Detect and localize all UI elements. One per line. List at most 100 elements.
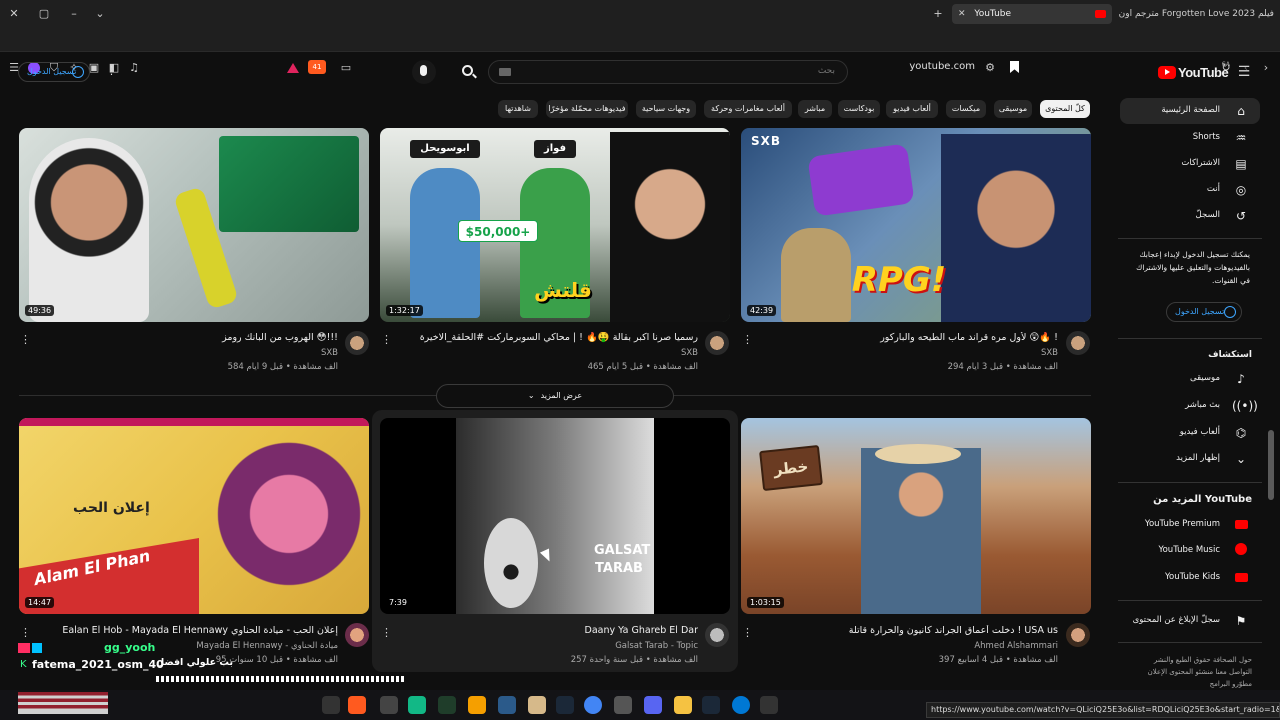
sidebar-item-yt-music[interactable]: YouTube Music — [1120, 538, 1260, 564]
video-title[interactable]: دخلت أعماق الجراند كانيون والحرارة قاتلة… — [760, 625, 1058, 636]
channel-avatar[interactable] — [1066, 331, 1090, 355]
video-menu-kebab-icon[interactable]: ⋮ — [742, 626, 753, 639]
video-channel[interactable]: SXB — [400, 348, 698, 358]
taskbar-edge-icon[interactable] — [732, 696, 750, 714]
video-channel[interactable]: SXB — [760, 348, 1058, 358]
footer-line[interactable]: التواصل معنا منشئو المحتوى الإعلان — [1120, 666, 1252, 678]
video-thumbnail[interactable]: SXB RPG! 42:39 — [741, 128, 1091, 322]
sidebar-item-you[interactable]: أنت ◎ — [1120, 177, 1260, 203]
video-menu-kebab-icon[interactable]: ⋮ — [381, 333, 392, 346]
thumb-tag-right: فواز — [534, 140, 576, 158]
video-thumbnail[interactable]: GALSAT TARAB 7:39 — [380, 418, 730, 614]
explore-heading: استكشاف — [1208, 350, 1252, 360]
youtube-logo[interactable]: YouTube SA — [1156, 61, 1230, 82]
sidebar-item-music[interactable]: موسيقى ♪ — [1120, 366, 1260, 392]
taskbar-steam-icon[interactable] — [556, 696, 574, 714]
channel-avatar[interactable] — [705, 623, 729, 647]
video-channel[interactable]: Mayada El Hennawy - ميادة الحناوي — [40, 641, 338, 651]
taskbar-app-icon[interactable] — [322, 696, 340, 714]
video-title[interactable]: Daany Ya Ghareb El Dar — [400, 625, 698, 636]
taskbar-app-icon[interactable] — [498, 696, 516, 714]
chip-watched[interactable]: شاهدتها — [498, 100, 538, 118]
taskbar-discord-icon[interactable] — [644, 696, 662, 714]
tab-youtube[interactable]: ✕ YouTube — [952, 4, 1112, 24]
video-title[interactable]: Ealan El Hob - Mayada El Hennawy إعلان ا… — [40, 625, 338, 636]
taskbar-steam-icon[interactable] — [702, 696, 720, 714]
chip-music[interactable]: موسيقى — [994, 100, 1032, 118]
signin-button[interactable]: تسجيل الدخول — [18, 62, 90, 82]
taskbar-app-icon[interactable] — [438, 696, 456, 714]
yt-premium-icon — [1232, 516, 1250, 534]
video-menu-kebab-icon[interactable]: ⋮ — [381, 626, 392, 639]
footer-line[interactable]: حول الصحافة حقوق الطبع والنشر — [1120, 654, 1252, 666]
video-menu-kebab-icon[interactable]: ⋮ — [20, 626, 31, 639]
sidebar-item-gaming[interactable]: ألعاب فيديو ⌬ — [1120, 420, 1260, 446]
taskbar-app-icon[interactable] — [408, 696, 426, 714]
video-thumbnail[interactable]: ابوسويحل فواز $50,000+ قلتش الفلوس! 1:32… — [380, 128, 730, 322]
taskbar-app-icon[interactable] — [528, 696, 546, 714]
video-channel[interactable]: SXB — [40, 348, 338, 358]
video-title[interactable]: رسميا صرنا اكبر بقالة 🤑🔥 ! | محاكي السوب… — [400, 332, 698, 343]
chip-live[interactable]: مباشر — [798, 100, 832, 118]
channel-avatar[interactable] — [705, 331, 729, 355]
search-input[interactable]: بحث — [488, 60, 848, 84]
video-menu-kebab-icon[interactable]: ⋮ — [742, 333, 753, 346]
sidebar-item-yt-kids[interactable]: YouTube Kids — [1120, 565, 1260, 591]
video-thumbnail[interactable]: إعلان الحب Alam El Phan 14:47 — [19, 418, 369, 614]
sidebar-divider — [1118, 238, 1262, 239]
sidebar-item-yt-premium[interactable]: YouTube Premium — [1120, 512, 1260, 538]
sidebar-signin-button[interactable]: تسجيل الدخول — [1166, 302, 1242, 322]
new-tab-icon[interactable]: + — [930, 6, 946, 22]
play-triangle — [1165, 69, 1170, 75]
sidebar-show-more[interactable]: إظهار المزيد ⌄ — [1120, 446, 1260, 472]
video-title[interactable]: لأول مره قراند ماب الطيحه والباركور 😲🔥 ! — [760, 332, 1058, 343]
sidebar-footer-links[interactable]: حول الصحافة حقوق الطبع والنشر التواصل مع… — [1120, 654, 1252, 690]
voice-search-button[interactable] — [412, 60, 436, 84]
chip-podcasts[interactable]: بودكاست — [838, 100, 880, 118]
tab-list-chevron-icon[interactable]: ⌄ — [92, 6, 108, 22]
taskbar-app-icon[interactable] — [380, 696, 398, 714]
chip-all[interactable]: كلّ المحتوى — [1040, 100, 1090, 118]
channel-avatar[interactable] — [1066, 623, 1090, 647]
taskbar-app-icon[interactable] — [760, 696, 778, 714]
video-menu-kebab-icon[interactable]: ⋮ — [20, 333, 31, 346]
chip-travel[interactable]: وجهات سياحية — [636, 100, 696, 118]
sidebar-item-report-history[interactable]: سجلّ الإبلاغ عن المحتوى ⚑ — [1120, 608, 1260, 634]
taskbar-folder-icon[interactable] — [674, 696, 692, 714]
channel-avatar[interactable] — [345, 623, 369, 647]
sidebar-item-live[interactable]: بث مباشر ((•)) — [1120, 393, 1260, 419]
video-channel[interactable]: Galsat Tarab - Topic — [400, 641, 698, 651]
chat-message: بب علولي افضل — [156, 657, 234, 668]
hamburger-menu-icon[interactable]: ☰ — [1236, 64, 1252, 80]
taskbar-app-icon[interactable] — [468, 696, 486, 714]
channel-avatar[interactable] — [345, 331, 369, 355]
footer-line[interactable]: مطوّرو البرامج — [1120, 678, 1252, 690]
tab-movie[interactable]: فيلم Forgotten Love 2023 مترجم اون — [1118, 4, 1280, 24]
video-title[interactable]: الهروب من البانك رومز 😳!!! — [40, 332, 338, 343]
window-restore-icon[interactable]: ▢ — [36, 6, 52, 22]
sidebar-item-home[interactable]: الصفحة الرئيسية ⌂ — [1120, 98, 1260, 124]
close-window-icon[interactable]: ✕ — [6, 6, 22, 22]
chip-mixes[interactable]: ميكسات — [946, 100, 986, 118]
video-thumbnail[interactable]: خطر 1:03:15 — [741, 418, 1091, 614]
video-thumbnail[interactable]: 49:36 — [19, 128, 369, 322]
taskbar-app-icon[interactable] — [614, 696, 632, 714]
sidebar-item-label: بث مباشر — [1185, 400, 1220, 410]
sidebar-item-history[interactable]: السجلّ ↺ — [1120, 203, 1260, 229]
sidebar-item-subscriptions[interactable]: الاشتراكات ▤ — [1120, 151, 1260, 177]
show-more-button[interactable]: ⌄ عرض المزيد — [436, 384, 674, 408]
settings-kebab-icon[interactable]: ⋮ — [106, 64, 117, 77]
keyboard-icon[interactable] — [499, 68, 511, 76]
minimize-icon[interactable]: – — [66, 6, 82, 22]
sidebar-scrollbar[interactable] — [1268, 430, 1274, 500]
video-channel[interactable]: Ahmed Alshammari — [760, 641, 1058, 651]
taskbar-chrome-icon[interactable] — [584, 696, 602, 714]
music-icon: ♪ — [1237, 372, 1245, 386]
chip-gaming[interactable]: ألعاب فيديو — [886, 100, 938, 118]
sidebar-item-shorts[interactable]: Shorts ♒ — [1120, 125, 1260, 151]
chip-recently-uploaded[interactable]: فيديوهات محمّلة مؤخرًا — [546, 100, 628, 118]
chip-action-adventure[interactable]: ألعاب مغامرات وحركة — [704, 100, 792, 118]
taskbar-brave-icon[interactable] — [348, 696, 366, 714]
tab-close-icon[interactable]: ✕ — [958, 9, 966, 19]
search-button[interactable] — [456, 60, 482, 84]
